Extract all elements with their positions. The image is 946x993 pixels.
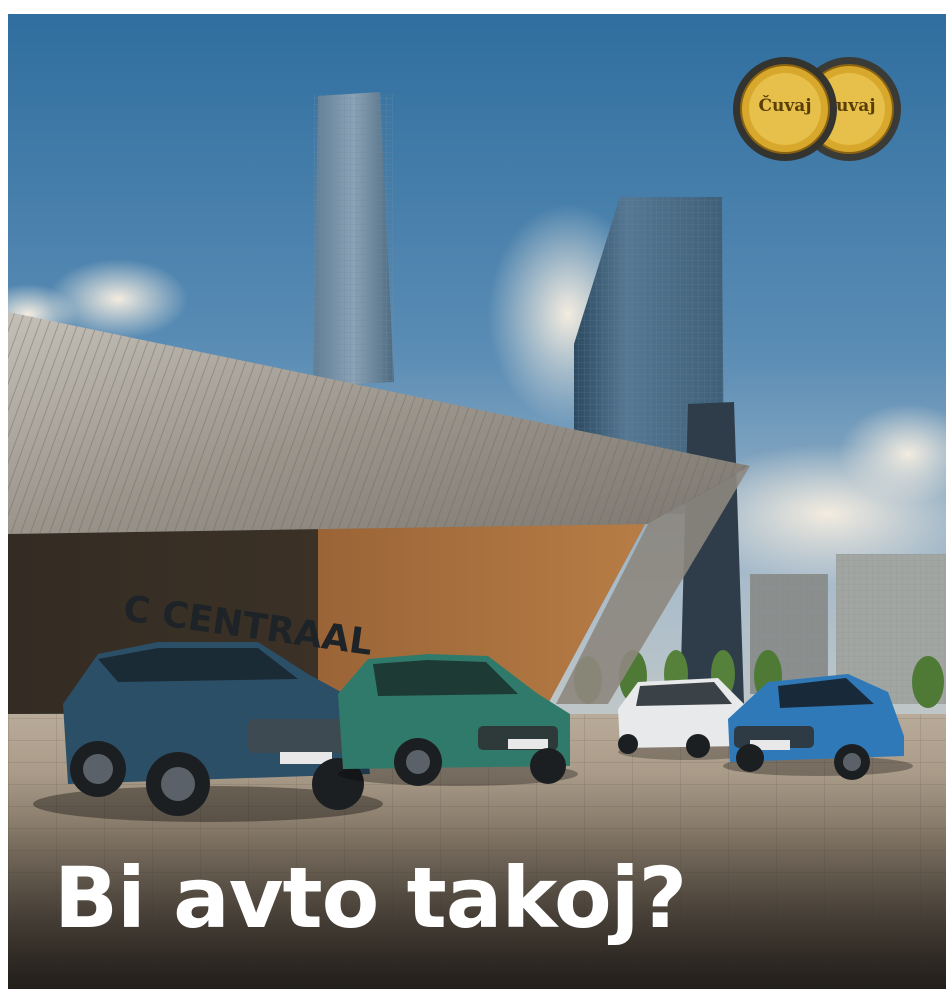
ad-headline: Bi avto takoj? bbox=[54, 849, 687, 947]
award-medal-label: Čuvaj bbox=[758, 96, 812, 116]
award-medal-icon: Čuvaj bbox=[732, 56, 838, 162]
award-badges: Čuvaj Čuvaj bbox=[732, 56, 902, 166]
ad-banner[interactable]: C CENTRAAL Čuvaj Čuvaj Bi avto takoj? bbox=[8, 14, 946, 989]
